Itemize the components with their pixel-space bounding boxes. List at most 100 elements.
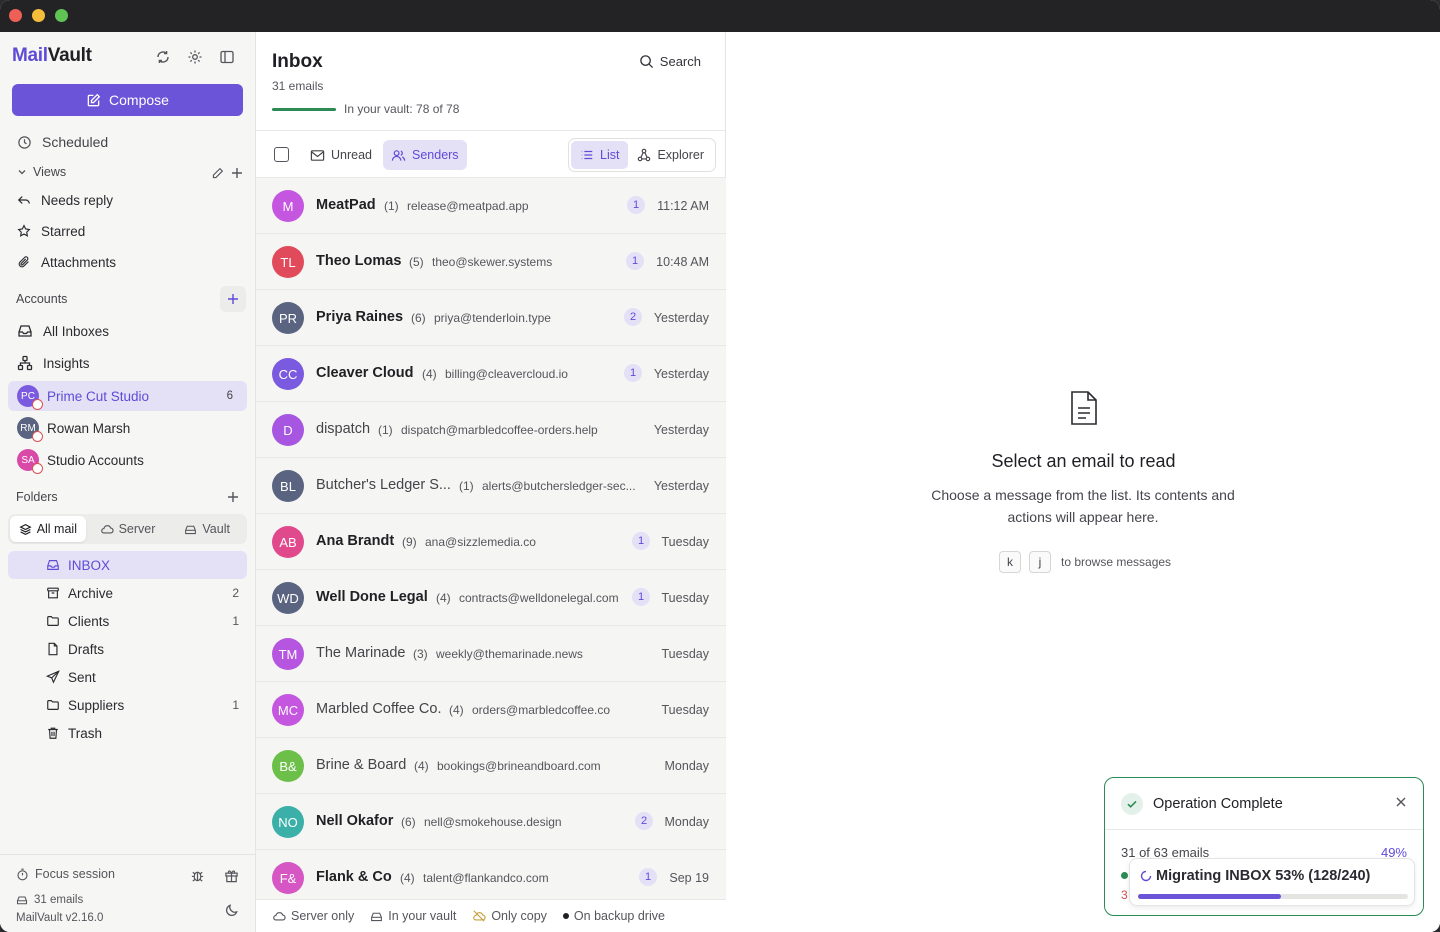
folder-trash[interactable]: Trash (8, 719, 247, 747)
zoom-window-button[interactable] (55, 9, 68, 22)
folder-drafts[interactable]: Drafts (8, 635, 247, 663)
folder-label: Trash (68, 725, 103, 741)
sender-email: bookings@brineandboard.com (437, 759, 601, 773)
spinner-icon (1140, 870, 1152, 882)
folder-icon (47, 700, 59, 710)
starred-label: Starred (41, 223, 86, 239)
edit-views-icon[interactable] (207, 163, 227, 183)
folder-icon (47, 616, 59, 626)
gear-icon[interactable] (185, 47, 205, 67)
table-row[interactable]: B& Brine & Board (4) bookings@brineandboard… (256, 738, 726, 794)
tab-vault[interactable]: Vault (169, 516, 245, 542)
sidebar-item-insights[interactable]: Insights (8, 349, 247, 377)
timestamp: Yesterday (653, 367, 709, 381)
table-row[interactable]: TL Theo Lomas (5) theo@skewer.systems 1 10:48… (256, 234, 726, 290)
tab-server[interactable]: Server (90, 516, 166, 542)
operation-toast: Operation Complete 31 of 63 emails 49% 3… (1104, 777, 1424, 916)
layers-icon (19, 523, 32, 535)
add-account-button[interactable] (220, 286, 246, 312)
sidebar-item-starred[interactable]: Starred (8, 217, 247, 245)
table-row[interactable]: CC Cleaver Cloud (4) billing@cleavercloud.i… (256, 346, 726, 402)
table-row[interactable]: WD Well Done Legal (4) contracts@welldonele… (256, 570, 726, 626)
key-k: k (999, 551, 1021, 573)
avatar: F& (272, 862, 304, 894)
sidebar-account-rowan-marsh[interactable]: RM Rowan Marsh (8, 413, 247, 443)
migration-progress-bar (1138, 894, 1408, 899)
table-row[interactable]: MC Marbled Coffee Co. (4) orders@marbledcof… (256, 682, 726, 738)
sidebar-item-scheduled[interactable]: Scheduled (8, 128, 247, 156)
folder-inbox[interactable]: INBOX (8, 551, 247, 579)
sender-email: release@meatpad.app (407, 199, 529, 213)
add-folder-button[interactable] (220, 484, 246, 510)
sender-email: theo@skewer.systems (432, 255, 553, 269)
table-row[interactable]: F& Flank & Co (4) talent@flankandco.com 1 Sep… (256, 850, 726, 906)
close-window-button[interactable] (9, 9, 22, 22)
table-row[interactable]: NO Nell Okafor (6) nell@smokehouse.design 2 M… (256, 794, 726, 850)
sync-icon[interactable] (153, 47, 173, 67)
folder-count: 1 (232, 698, 239, 712)
view-explorer-button[interactable]: Explorer (628, 141, 713, 169)
folder-suppliers[interactable]: Suppliers 1 (8, 691, 247, 719)
users-icon (391, 149, 406, 161)
sidebar-account-studio-accounts[interactable]: SA Studio Accounts (8, 445, 247, 475)
close-icon[interactable] (1395, 796, 1407, 811)
add-view-icon[interactable] (227, 163, 247, 183)
sender-name: Ana Brandt (316, 533, 395, 549)
timestamp: 11:12 AM (657, 199, 709, 213)
tab-all-mail[interactable]: All mail (10, 516, 86, 542)
compose-button[interactable]: Compose (12, 84, 243, 116)
table-row[interactable]: M MeatPad (1) release@meatpad.app 1 11:12 AM (256, 178, 726, 234)
sidebar-toggle-icon[interactable] (217, 47, 237, 67)
sidebar-item-attachments[interactable]: Attachments (8, 248, 247, 276)
folder-archive[interactable]: Archive 2 (8, 579, 247, 607)
minimize-window-button[interactable] (32, 9, 45, 22)
account-label: Rowan Marsh (47, 420, 131, 436)
search-button[interactable]: Search (639, 54, 701, 69)
vault-icon (371, 912, 383, 921)
sidebar-item-needs-reply[interactable]: Needs reply (8, 186, 247, 214)
table-row[interactable]: AB Ana Brandt (9) ana@sizzlemedia.co 1 Tuesda… (256, 514, 726, 570)
thread-count: (4) (400, 871, 415, 885)
cloud-icon (100, 525, 114, 534)
table-row[interactable]: TM The Marinade (3) weekly@themarinade.news… (256, 626, 726, 682)
sidebar-item-all-inboxes[interactable]: All Inboxes (8, 317, 247, 345)
table-row[interactable]: PR Priya Raines (6) priya@tenderloin.type 2 Y… (256, 290, 726, 346)
thread-count: (9) (402, 535, 417, 549)
folder-scope-tabs: All mail Server Vault (8, 514, 247, 544)
list-icon (581, 150, 593, 160)
email-count-row: 31 emails (16, 894, 83, 906)
sender-name: Brine & Board (316, 757, 407, 773)
views-label: Views (33, 165, 67, 179)
thread-count: (4) (436, 591, 451, 605)
focus-session-button[interactable]: Focus session (16, 867, 115, 881)
sidebar-account-prime-cut-studio[interactable]: PC Prime Cut Studio 6 (8, 381, 247, 411)
filter-unread-button[interactable]: Unread (302, 140, 380, 170)
folder-sent[interactable]: Sent (8, 663, 247, 691)
storage-legend: Server only In your vault Only copy On b… (256, 899, 726, 932)
plus-icon (228, 294, 238, 304)
avatar: B& (272, 750, 304, 782)
thread-count: (3) (413, 647, 428, 661)
unread-badge: 1 (632, 588, 650, 606)
moon-icon[interactable] (221, 900, 241, 920)
avatar: TL (272, 246, 304, 278)
thread-count: (4) (449, 703, 464, 717)
chevron-down-icon (18, 170, 26, 175)
select-all-checkbox[interactable] (274, 147, 289, 162)
thread-count: (6) (411, 311, 426, 325)
table-row[interactable]: BL Butcher's Ledger S... (1) alerts@butcher… (256, 458, 726, 514)
account-status-icon (32, 431, 43, 442)
gift-icon[interactable] (221, 865, 241, 885)
view-list-button[interactable]: List (571, 141, 629, 169)
list-toolbar: Unread Senders List Explorer (256, 130, 726, 178)
folder-clients[interactable]: Clients 1 (8, 607, 247, 635)
scheduled-label: Scheduled (42, 134, 109, 150)
avatar: MC (272, 694, 304, 726)
bug-icon[interactable] (187, 865, 207, 885)
unread-badge: 2 (635, 812, 653, 830)
table-row[interactable]: Ddispatch (1) dispatch@marbledcoffee-order… (256, 402, 726, 458)
inbox-icon (18, 325, 32, 337)
paperclip-icon (18, 256, 29, 268)
filter-senders-button[interactable]: Senders (383, 140, 467, 170)
title-bar (0, 0, 1440, 32)
